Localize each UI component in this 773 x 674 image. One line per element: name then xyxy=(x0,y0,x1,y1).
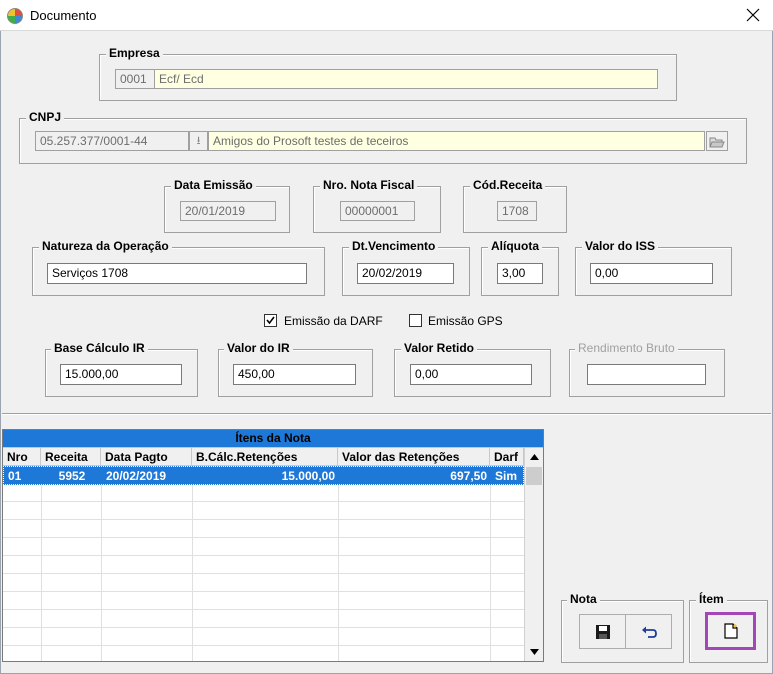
dt-vencimento-legend: Dt.Vencimento xyxy=(349,239,439,253)
table-row[interactable]: 01 5952 20/02/2019 15.000,00 697,50 Sim xyxy=(3,466,524,485)
col-header-base-calc[interactable]: B.Cálc.Retenções xyxy=(192,448,338,466)
itens-grid[interactable]: Ítens da Nota Nro Receita Data Pagto B.C… xyxy=(2,429,544,662)
emissao-gps-checkbox[interactable] xyxy=(409,314,422,327)
cod-receita-field[interactable]: 1708 xyxy=(497,201,537,221)
rendimento-bruto-legend: Rendimento Bruto xyxy=(575,341,678,355)
rendimento-bruto-field[interactable] xyxy=(587,364,706,385)
empresa-name-field[interactable]: Ecf/ Ecd xyxy=(154,69,658,89)
dt-vencimento-field[interactable]: 20/02/2019 xyxy=(357,263,454,284)
empresa-legend: Empresa xyxy=(106,46,163,60)
col-header-receita[interactable]: Receita xyxy=(41,448,101,466)
cell-nro: 01 xyxy=(8,469,22,483)
save-icon xyxy=(595,624,610,639)
valor-ir-legend: Valor do IR xyxy=(224,341,293,355)
close-icon xyxy=(746,8,760,22)
open-folder-button[interactable] xyxy=(706,131,728,151)
app-icon xyxy=(7,8,23,24)
checkmark-icon xyxy=(266,316,275,325)
cnpj-field[interactable]: 05.257.377/0001-44 xyxy=(35,131,189,151)
title-bar xyxy=(0,0,773,31)
natureza-field[interactable]: Serviços 1708 xyxy=(47,263,307,284)
cnpj-name-field[interactable]: Amigos do Prosoft testes de teceiros xyxy=(208,131,705,151)
grid-scrollbar[interactable] xyxy=(524,448,543,661)
base-ir-legend: Base Cálculo IR xyxy=(51,341,148,355)
nro-nota-legend: Nro. Nota Fiscal xyxy=(320,178,418,192)
form-separator xyxy=(2,413,771,415)
grid-title: Ítens da Nota xyxy=(235,431,311,445)
nota-legend: Nota xyxy=(567,592,600,606)
cod-receita-legend: Cód.Receita xyxy=(470,178,546,192)
aliquota-field[interactable]: 3,00 xyxy=(497,263,543,284)
data-emissao-legend: Data Emissão xyxy=(171,178,256,192)
undo-icon xyxy=(641,626,657,638)
new-item-button[interactable] xyxy=(705,612,756,650)
col-header-valor-retencoes[interactable]: Valor das Retenções xyxy=(338,448,490,466)
cell-receita: 5952 xyxy=(58,469,86,483)
close-button[interactable] xyxy=(737,3,769,27)
item-legend: Ítem xyxy=(696,592,727,606)
valor-retido-field[interactable]: 0,00 xyxy=(410,364,532,385)
cell-valor-retencoes: 697,50 xyxy=(450,469,487,483)
empresa-code-field[interactable]: 0001 xyxy=(115,69,155,89)
emissao-darf-label[interactable]: Emissão da DARF xyxy=(284,314,383,328)
valor-iss-legend: Valor do ISS xyxy=(582,239,659,253)
cell-darf: Sim xyxy=(495,469,518,483)
download-arrow-icon: ⭳ xyxy=(196,135,201,147)
valor-iss-field[interactable]: 0,00 xyxy=(590,263,713,284)
cnpj-legend: CNPJ xyxy=(26,110,65,124)
aliquota-legend: Alíquota xyxy=(488,239,542,253)
cell-base-calc: 15.000,00 xyxy=(281,469,335,483)
cnpj-dropdown-button[interactable]: ⭳ xyxy=(189,131,208,151)
save-button[interactable] xyxy=(579,614,626,649)
data-emissao-field[interactable]: 20/01/2019 xyxy=(180,201,276,221)
valor-retido-legend: Valor Retido xyxy=(401,341,478,355)
window-title: Documento xyxy=(30,8,97,23)
arrow-down-icon xyxy=(529,649,539,655)
open-folder-icon xyxy=(709,137,725,147)
new-document-icon xyxy=(723,623,738,639)
emissao-darf-checkbox[interactable] xyxy=(264,314,277,327)
cell-data-pagto: 20/02/2019 xyxy=(106,469,167,483)
scroll-down-button[interactable] xyxy=(525,643,543,661)
emissao-gps-label[interactable]: Emissão GPS xyxy=(428,314,503,328)
base-ir-field[interactable]: 15.000,00 xyxy=(60,364,182,385)
scroll-up-button[interactable] xyxy=(525,448,543,466)
col-header-nro[interactable]: Nro xyxy=(3,448,41,466)
valor-ir-field[interactable]: 450,00 xyxy=(233,364,356,385)
scroll-thumb[interactable] xyxy=(526,467,542,485)
col-header-data-pagto[interactable]: Data Pagto xyxy=(101,448,192,466)
arrow-up-icon xyxy=(529,454,539,460)
undo-button[interactable] xyxy=(625,614,672,649)
natureza-legend: Natureza da Operação xyxy=(39,239,172,253)
nro-nota-field[interactable]: 00000001 xyxy=(340,201,415,221)
col-header-darf[interactable]: Darf xyxy=(490,448,524,466)
